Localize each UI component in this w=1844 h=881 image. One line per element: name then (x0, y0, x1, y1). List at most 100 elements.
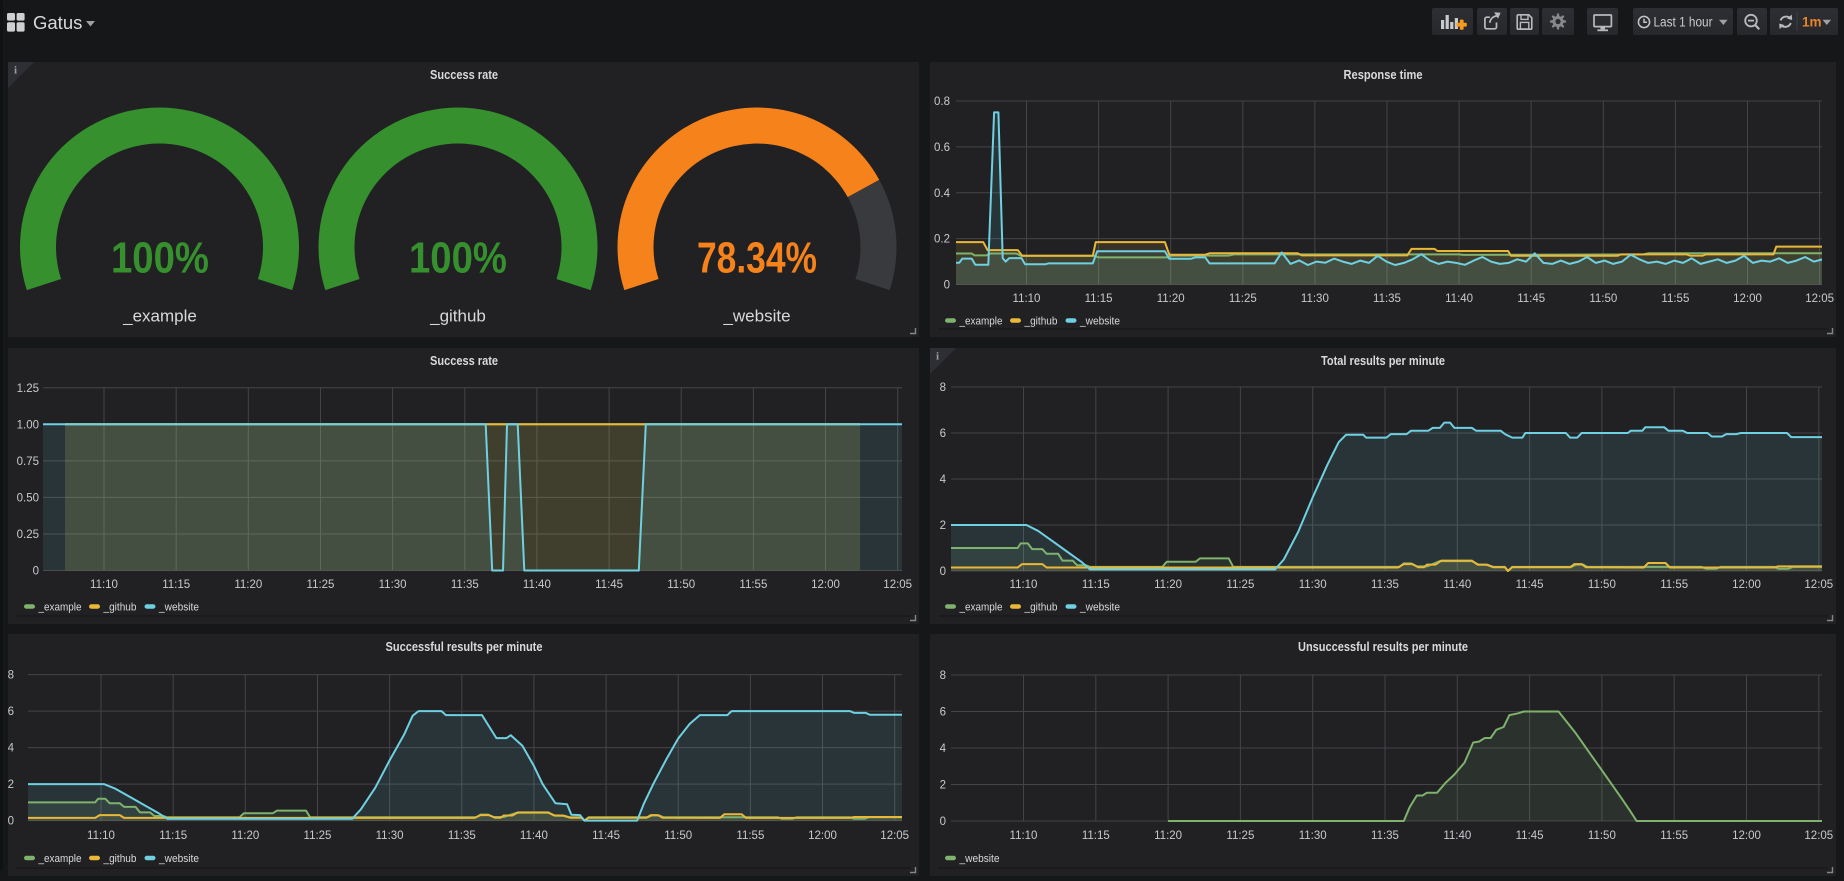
svg-text:11:35: 11:35 (1371, 830, 1399, 842)
svg-text:_example: _example (38, 602, 82, 614)
svg-text:11:25: 11:25 (1226, 830, 1254, 842)
svg-text:0.50: 0.50 (17, 492, 39, 504)
svg-text:11:35: 11:35 (448, 830, 476, 842)
svg-text:0.6: 0.6 (934, 142, 950, 154)
svg-text:78.34%: 78.34% (697, 234, 817, 283)
svg-text:11:55: 11:55 (736, 830, 764, 842)
svg-text:11:30: 11:30 (376, 830, 404, 842)
svg-text:11:45: 11:45 (1516, 830, 1544, 842)
svg-text:11:40: 11:40 (523, 579, 551, 591)
svg-text:11:35: 11:35 (451, 579, 479, 591)
svg-text:11:40: 11:40 (1443, 579, 1471, 591)
svg-text:_github: _github (103, 853, 137, 865)
svg-text:Success rate: Success rate (430, 353, 498, 368)
svg-text:11:55: 11:55 (1660, 830, 1688, 842)
svg-text:_github: _github (429, 307, 486, 326)
svg-text:0.25: 0.25 (17, 529, 39, 541)
svg-text:i: i (936, 351, 939, 363)
svg-text:11:15: 11:15 (1085, 293, 1113, 305)
svg-text:11:55: 11:55 (739, 579, 767, 591)
svg-text:Unsuccessful results per minut: Unsuccessful results per minute (1298, 639, 1468, 654)
svg-text:_example: _example (959, 602, 1003, 614)
svg-text:11:50: 11:50 (1588, 579, 1616, 591)
svg-text:11:15: 11:15 (1082, 579, 1110, 591)
svg-text:2: 2 (940, 520, 946, 532)
svg-text:1m: 1m (1802, 15, 1822, 30)
svg-text:100%: 100% (111, 234, 209, 283)
svg-text:_website: _website (158, 853, 199, 865)
svg-text:11:45: 11:45 (1516, 579, 1544, 591)
svg-text:Successful results per minute: Successful results per minute (386, 639, 543, 654)
svg-text:_website: _website (959, 853, 1000, 865)
svg-text:12:00: 12:00 (808, 830, 837, 842)
svg-text:Response time: Response time (1344, 67, 1423, 82)
svg-text:0: 0 (940, 816, 946, 828)
svg-text:12:00: 12:00 (811, 579, 840, 591)
svg-text:0: 0 (8, 816, 14, 828)
svg-text:12:00: 12:00 (1732, 830, 1761, 842)
svg-text:11:30: 11:30 (1299, 579, 1327, 591)
svg-text:11:25: 11:25 (307, 579, 335, 591)
svg-text:0: 0 (33, 566, 39, 578)
svg-text:0.75: 0.75 (17, 456, 39, 468)
svg-text:11:45: 11:45 (592, 830, 620, 842)
svg-text:12:05: 12:05 (880, 830, 909, 842)
svg-text:11:55: 11:55 (1660, 579, 1688, 591)
svg-text:8: 8 (8, 670, 14, 682)
svg-text:_example: _example (122, 307, 197, 326)
svg-text:12:05: 12:05 (1804, 830, 1833, 842)
svg-text:_website: _website (1079, 316, 1120, 328)
svg-text:12:05: 12:05 (883, 579, 912, 591)
svg-text:11:30: 11:30 (1301, 293, 1329, 305)
svg-text:Last 1 hour: Last 1 hour (1654, 15, 1713, 30)
svg-text:11:20: 11:20 (1154, 830, 1182, 842)
svg-text:_github: _github (1024, 316, 1058, 328)
svg-text:8: 8 (940, 670, 946, 682)
svg-text:11:25: 11:25 (1229, 293, 1257, 305)
svg-text:6: 6 (8, 706, 14, 718)
svg-text:0: 0 (944, 280, 950, 292)
svg-text:11:15: 11:15 (1082, 830, 1110, 842)
svg-text:11:50: 11:50 (667, 579, 695, 591)
svg-text:i: i (14, 65, 17, 77)
svg-text:2: 2 (940, 780, 946, 792)
svg-text:Success rate: Success rate (430, 67, 498, 82)
svg-text:100%: 100% (409, 234, 507, 283)
svg-text:1.00: 1.00 (17, 419, 39, 431)
svg-text:11:40: 11:40 (1443, 830, 1471, 842)
svg-text:0.2: 0.2 (934, 234, 950, 246)
svg-text:11:20: 11:20 (231, 830, 259, 842)
svg-text:11:10: 11:10 (87, 830, 115, 842)
svg-text:0.4: 0.4 (934, 188, 951, 200)
svg-text:_website: _website (722, 307, 790, 326)
svg-text:11:45: 11:45 (595, 579, 623, 591)
svg-text:11:10: 11:10 (1010, 830, 1038, 842)
svg-text:11:10: 11:10 (1013, 293, 1041, 305)
svg-text:11:50: 11:50 (1589, 293, 1617, 305)
svg-text:6: 6 (940, 428, 946, 440)
svg-text:12:00: 12:00 (1733, 293, 1762, 305)
svg-text:11:20: 11:20 (1154, 579, 1182, 591)
svg-text:11:35: 11:35 (1371, 579, 1399, 591)
svg-text:11:45: 11:45 (1517, 293, 1545, 305)
svg-text:11:25: 11:25 (304, 830, 332, 842)
svg-text:6: 6 (940, 707, 946, 719)
svg-text:_website: _website (158, 602, 199, 614)
svg-text:11:20: 11:20 (1157, 293, 1185, 305)
svg-text:11:10: 11:10 (1010, 579, 1038, 591)
svg-text:11:15: 11:15 (162, 579, 190, 591)
svg-text:4: 4 (8, 743, 15, 755)
svg-text:12:05: 12:05 (1805, 293, 1834, 305)
svg-text:11:10: 11:10 (90, 579, 118, 591)
svg-text:11:25: 11:25 (1226, 579, 1254, 591)
svg-text:11:35: 11:35 (1373, 293, 1401, 305)
svg-text:11:40: 11:40 (1445, 293, 1473, 305)
svg-text:4: 4 (940, 474, 947, 486)
svg-text:_example: _example (959, 316, 1003, 328)
svg-text:11:30: 11:30 (379, 579, 407, 591)
svg-text:_github: _github (103, 602, 137, 614)
svg-text:2: 2 (8, 779, 14, 791)
svg-text:11:50: 11:50 (1588, 830, 1616, 842)
svg-text:11:20: 11:20 (234, 579, 262, 591)
svg-text:8: 8 (940, 382, 946, 394)
